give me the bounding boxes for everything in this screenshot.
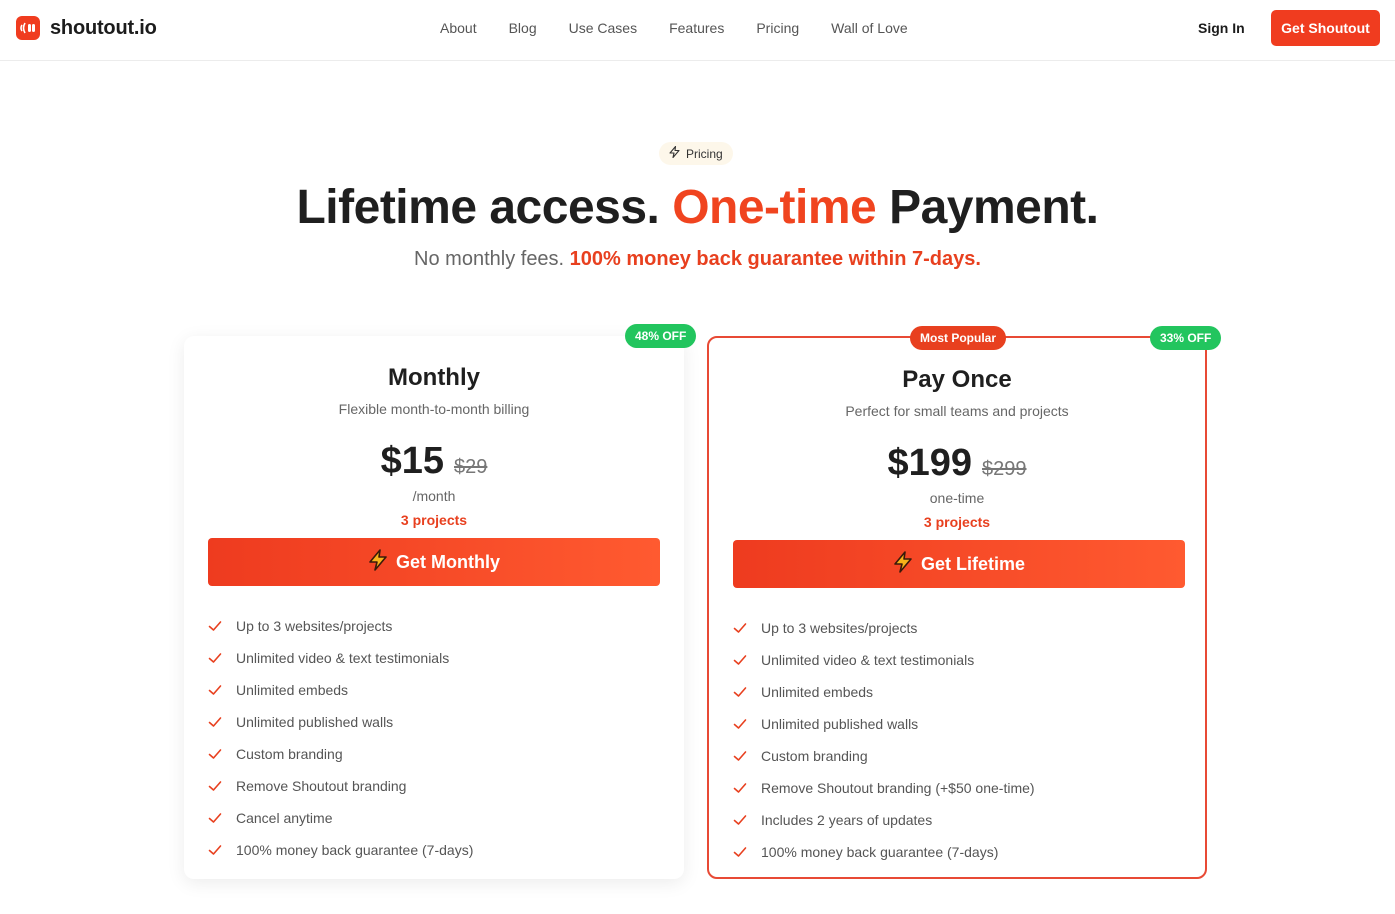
list-item: Remove Shoutout branding <box>208 770 473 802</box>
list-item: Unlimited embeds <box>208 674 473 706</box>
list-item: Unlimited video & text testimonials <box>208 642 473 674</box>
nav-links: About Blog Use Cases Features Pricing Wa… <box>440 20 940 36</box>
feature-label: Unlimited embeds <box>236 682 349 698</box>
list-item: Unlimited embeds <box>733 676 1035 708</box>
feature-list: Up to 3 websites/projects Unlimited vide… <box>733 612 1035 868</box>
plan-old-price: $299 <box>982 458 1027 480</box>
headline-pre: Lifetime access. <box>296 181 673 234</box>
discount-badge: 48% OFF <box>625 324 697 348</box>
plan-title: Monthly <box>388 364 480 391</box>
plan-projects: 3 projects <box>923 514 991 530</box>
nav-link-wall-of-love[interactable]: Wall of Love <box>831 20 908 36</box>
logo-icon <box>16 16 40 40</box>
headline-post: Payment. <box>876 181 1099 234</box>
bolt-icon <box>893 550 913 578</box>
plan-period: one-time <box>929 490 985 506</box>
list-item: Includes 2 years of updates <box>733 804 1035 836</box>
page-title: Lifetime access. One-time Payment. <box>0 180 1395 235</box>
list-item: Cancel anytime <box>208 802 473 834</box>
feature-label: Cancel anytime <box>236 810 333 826</box>
check-icon <box>733 653 747 667</box>
nav-link-pricing[interactable]: Pricing <box>756 20 799 36</box>
feature-label: Unlimited embeds <box>761 684 874 700</box>
check-icon <box>733 845 747 859</box>
list-item: Remove Shoutout branding (+$50 one-time) <box>733 772 1035 804</box>
list-item: Up to 3 websites/projects <box>733 612 1035 644</box>
list-item: Custom branding <box>733 740 1035 772</box>
feature-label: Up to 3 websites/projects <box>761 620 918 636</box>
bolt-icon <box>368 548 388 576</box>
feature-label: Unlimited video & text testimonials <box>761 652 975 668</box>
nav-link-blog[interactable]: Blog <box>509 20 537 36</box>
feature-label: Custom branding <box>761 748 868 764</box>
plan-period: /month <box>412 488 456 504</box>
sign-in-link[interactable]: Sign In <box>1198 20 1245 36</box>
check-icon <box>208 843 222 857</box>
check-icon <box>208 651 222 665</box>
price-row: $199 $299 <box>709 442 1205 485</box>
logo[interactable]: shoutout.io <box>16 16 157 40</box>
check-icon <box>208 683 222 697</box>
get-monthly-button[interactable]: Get Monthly <box>208 538 660 586</box>
feature-label: Includes 2 years of updates <box>761 812 933 828</box>
button-label: Get Lifetime <box>920 553 1026 574</box>
list-item: 100% money back guarantee (7-days) <box>208 834 473 866</box>
get-lifetime-button[interactable]: Get Lifetime <box>733 540 1185 588</box>
check-icon <box>208 747 222 761</box>
pricing-badge: Pricing <box>659 142 733 165</box>
list-item: Unlimited published walls <box>208 706 473 738</box>
plan-old-price: $29 <box>454 456 488 478</box>
plan-projects: 3 projects <box>400 512 468 528</box>
plan-title: Pay Once <box>902 366 1012 393</box>
plan-price: $199 <box>887 442 973 484</box>
price-row: $15 $29 <box>184 440 684 483</box>
bolt-icon <box>669 145 680 161</box>
check-icon <box>733 813 747 827</box>
check-icon <box>208 715 222 729</box>
feature-label: 100% money back guarantee (7-days) <box>236 842 474 858</box>
feature-label: Remove Shoutout branding (+$50 one-time) <box>761 780 1035 796</box>
list-item: Unlimited published walls <box>733 708 1035 740</box>
list-item: 100% money back guarantee (7-days) <box>733 836 1035 868</box>
plan-card-monthly: 48% OFF Monthly Flexible month-to-month … <box>184 324 697 879</box>
check-icon <box>733 781 747 795</box>
feature-label: Up to 3 websites/projects <box>236 618 393 634</box>
feature-label: Remove Shoutout branding <box>236 778 407 794</box>
headline-accent: One-time <box>672 181 877 234</box>
feature-label: 100% money back guarantee (7-days) <box>761 844 999 860</box>
nav-link-features[interactable]: Features <box>669 20 724 36</box>
plan-card-pay-once: Most Popular 33% OFF Pay Once Perfect fo… <box>707 326 1222 879</box>
most-popular-badge: Most Popular <box>910 326 1007 350</box>
feature-label: Custom branding <box>236 746 343 762</box>
feature-label: Unlimited published walls <box>236 714 394 730</box>
discount-badge: 33% OFF <box>1150 326 1222 350</box>
logo-text: shoutout.io <box>50 16 157 39</box>
check-icon <box>733 717 747 731</box>
list-item: Custom branding <box>208 738 473 770</box>
list-item: Unlimited video & text testimonials <box>733 644 1035 676</box>
check-icon <box>208 779 222 793</box>
feature-label: Unlimited published walls <box>761 716 919 732</box>
plan-subtitle: Perfect for small teams and projects <box>845 403 1069 419</box>
check-icon <box>733 621 747 635</box>
check-icon <box>208 811 222 825</box>
check-icon <box>733 749 747 763</box>
get-shoutout-button[interactable]: Get Shoutout <box>1271 10 1380 46</box>
subtitle-pre: No monthly fees. <box>414 248 570 270</box>
nav-link-about[interactable]: About <box>440 20 477 36</box>
badge-label: Pricing <box>686 146 723 161</box>
button-label: Get Monthly <box>396 551 500 572</box>
check-icon <box>208 619 222 633</box>
feature-list: Up to 3 websites/projects Unlimited vide… <box>208 610 473 866</box>
list-item: Up to 3 websites/projects <box>208 610 473 642</box>
check-icon <box>733 685 747 699</box>
subtitle-accent: 100% money back guarantee within 7-days. <box>569 248 981 270</box>
top-nav: shoutout.io About Blog Use Cases Feature… <box>0 0 1395 61</box>
plan-subtitle: Flexible month-to-month billing <box>338 401 530 417</box>
feature-label: Unlimited video & text testimonials <box>236 650 450 666</box>
page-subtitle: No monthly fees. 100% money back guarant… <box>0 248 1395 271</box>
plan-price: $15 <box>380 440 445 482</box>
nav-link-use-cases[interactable]: Use Cases <box>569 20 637 36</box>
